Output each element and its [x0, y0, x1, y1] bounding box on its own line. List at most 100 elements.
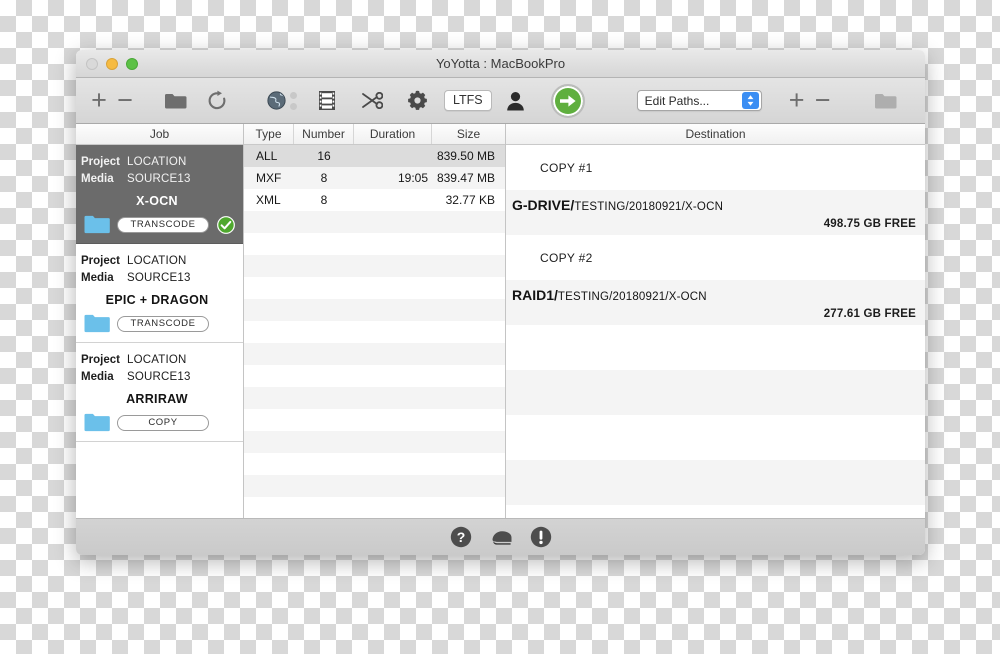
column-header-number[interactable]: Number [294, 124, 354, 144]
detail-row[interactable] [244, 453, 505, 475]
add-job-button[interactable]: + [86, 87, 112, 114]
detail-row[interactable] [244, 409, 505, 431]
job-card[interactable]: Project LOCATION Media SOURCE13 X-OCN TRANSCO… [76, 145, 243, 244]
window-title: YoYotta : MacBookPro [435, 56, 566, 71]
destination-panel: Destination COPY #1 G-DRIVE/TESTING/20180… [506, 124, 925, 518]
detail-cell-size [432, 453, 505, 475]
detail-cell-number [294, 299, 354, 321]
detail-cell-duration [354, 189, 432, 211]
detail-cell-type [244, 475, 294, 497]
folder-icon[interactable] [84, 215, 110, 234]
job-panel: Job Project LOCATION Media SOURCE13 X-OCN TRA… [76, 124, 244, 518]
job-media-row: Media SOURCE13 [81, 369, 233, 386]
detail-cell-type [244, 255, 294, 277]
job-action-button[interactable]: TRANSCODE [117, 315, 209, 332]
detail-row[interactable] [244, 299, 505, 321]
edit-paths-select[interactable]: Edit Paths... [636, 90, 762, 111]
detail-cell-type [244, 409, 294, 431]
job-list-empty-area [76, 442, 243, 518]
detail-row[interactable]: XML 8 32.77 KB [244, 189, 505, 211]
detail-row[interactable] [244, 497, 505, 518]
status-dot-lower [290, 102, 297, 110]
exclamation-mark-icon[interactable] [530, 526, 552, 548]
user-icon[interactable] [506, 91, 525, 111]
globe-icon[interactable] [267, 91, 286, 110]
remove-destination-button[interactable]: − [810, 87, 836, 114]
column-header-size[interactable]: Size [432, 124, 505, 144]
column-header-type[interactable]: Type [244, 124, 294, 144]
detail-cell-type [244, 211, 294, 233]
add-destination-button[interactable]: + [784, 87, 810, 114]
job-column-header: Job [76, 124, 243, 145]
detail-row[interactable] [244, 475, 505, 497]
detail-row[interactable]: MXF 8 19:05 839.47 MB [244, 167, 505, 189]
job-project-row: Project LOCATION [81, 154, 233, 171]
detail-row[interactable] [244, 321, 505, 343]
job-action-button[interactable]: COPY [117, 414, 209, 431]
detail-row[interactable] [244, 277, 505, 299]
job-media-key: Media [81, 371, 114, 383]
destination-path-row[interactable]: RAID1/TESTING/20180921/X-OCN 277.61 GB FR… [506, 280, 925, 325]
film-strip-icon[interactable] [317, 90, 337, 111]
folder-icon[interactable] [84, 413, 110, 432]
remove-job-button[interactable]: − [112, 87, 138, 114]
folder-icon[interactable] [164, 92, 187, 110]
book-icon[interactable] [490, 526, 512, 548]
detail-row[interactable] [244, 211, 505, 233]
detail-row[interactable] [244, 431, 505, 453]
refresh-icon[interactable] [207, 90, 227, 111]
scissors-icon[interactable] [361, 92, 383, 109]
destination-free-space: 498.75 GB FREE [823, 218, 916, 230]
detail-cell-type: MXF [256, 171, 282, 185]
detail-cell-duration [354, 321, 432, 343]
job-footer: TRANSCODE [76, 314, 243, 333]
detail-cell-type [244, 453, 294, 475]
column-header-duration[interactable]: Duration [354, 124, 432, 144]
detail-cell-number [294, 387, 354, 409]
job-footer: TRANSCODE [76, 215, 243, 234]
destination-copy-label: COPY #2 [506, 235, 925, 280]
detail-cell-number [294, 277, 354, 299]
application-window: YoYotta : MacBookPro + − LTFS Edit Paths… [76, 50, 925, 555]
question-mark-icon[interactable]: ? [450, 526, 472, 548]
destination-path-row[interactable]: G-DRIVE/TESTING/20180921/X-OCN 498.75 GB … [506, 190, 925, 235]
destination-entry[interactable]: COPY #2 RAID1/TESTING/20180921/X-OCN 277.6… [506, 235, 925, 325]
destination-volume: RAID1/ [512, 287, 558, 303]
ltfs-button[interactable]: LTFS [444, 89, 492, 112]
detail-cell-number: 8 [320, 193, 328, 207]
job-card[interactable]: Project LOCATION Media SOURCE13 ARRIRAW COPY [76, 343, 243, 442]
detail-row[interactable] [244, 343, 505, 365]
detail-row[interactable] [244, 255, 505, 277]
job-list[interactable]: Project LOCATION Media SOURCE13 X-OCN TRANSCO… [76, 145, 243, 518]
destination-path: G-DRIVE/TESTING/20180921/X-OCN [512, 197, 925, 213]
blue-folder-icon [84, 215, 110, 234]
job-media-row: Media SOURCE13 [81, 270, 233, 287]
destination-entry[interactable]: COPY #1 G-DRIVE/TESTING/20180921/X-OCN 498… [506, 145, 925, 235]
detail-cell-size [432, 321, 505, 343]
destination-folder-icon[interactable] [874, 92, 897, 110]
job-action-button[interactable]: TRANSCODE [117, 216, 209, 233]
detail-row[interactable] [244, 233, 505, 255]
detail-cell-type: XML [256, 193, 281, 207]
detail-cell-number [294, 321, 354, 343]
detail-cell-duration [354, 211, 432, 233]
detail-row[interactable] [244, 365, 505, 387]
detail-cell-size [432, 211, 505, 233]
gear-icon[interactable] [407, 90, 428, 111]
start-job-button[interactable] [550, 83, 585, 118]
detail-row[interactable] [244, 387, 505, 409]
destination-list[interactable]: COPY #1 G-DRIVE/TESTING/20180921/X-OCN 498… [506, 145, 925, 518]
detail-cell-size [432, 233, 505, 255]
detail-cell-size [432, 431, 505, 453]
detail-cell-size [432, 475, 505, 497]
status-dots [290, 91, 297, 110]
detail-cell-number [294, 431, 354, 453]
folder-icon[interactable] [84, 314, 110, 333]
detail-row-list[interactable]: ALL 16 839.50 MB MXF 8 19:05 839.47 MB XML 8 32.7… [244, 145, 505, 518]
job-status-indicator [217, 414, 235, 432]
detail-row[interactable]: ALL 16 839.50 MB [244, 145, 505, 167]
job-card[interactable]: Project LOCATION Media SOURCE13 EPIC + DRAGO… [76, 244, 243, 343]
detail-cell-duration [354, 255, 432, 277]
detail-cell-type [244, 431, 294, 453]
detail-cell-duration [354, 497, 432, 518]
